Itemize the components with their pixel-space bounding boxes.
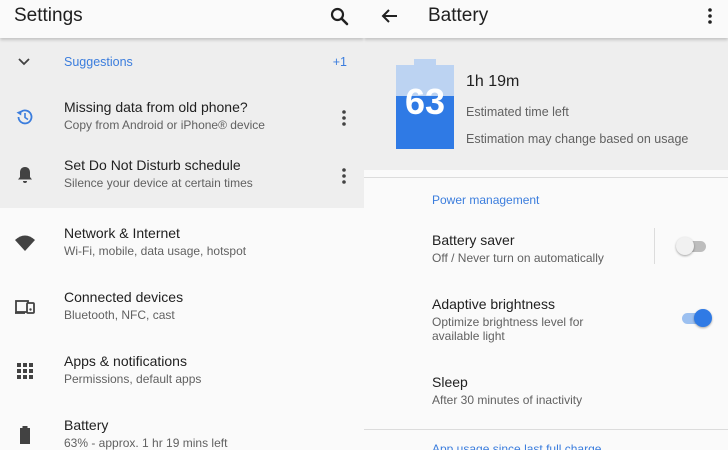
settings-item-subtitle: Permissions, default apps	[64, 372, 202, 386]
settings-item-title: Connected devices	[64, 289, 184, 305]
chevron-down-icon[interactable]	[16, 54, 32, 70]
suggestion-title: Missing data from old phone?	[64, 99, 248, 115]
suggestion-subtitle: Copy from Android or iPhone® device	[64, 118, 265, 132]
pref-subtitle: After 30 minutes of inactivity	[432, 393, 583, 407]
pref-adaptive-brightness[interactable]: Adaptive brightness Optimize brightness …	[364, 296, 728, 346]
page-title: Settings	[14, 5, 83, 26]
pref-battery-saver[interactable]: Battery saver Off / Never turn on automa…	[364, 232, 728, 272]
battery-pane: Battery 63 1h 19m Estimated time left Es…	[364, 0, 728, 450]
pref-subtitle: Optimize brightness level for available …	[432, 315, 584, 343]
settings-item-subtitle: 63% - approx. 1 hr 19 mins left	[64, 436, 228, 450]
suggestions-count[interactable]: +1	[333, 55, 347, 69]
battery-app-bar: Battery	[364, 0, 728, 38]
more-vert-icon[interactable]	[338, 108, 350, 128]
settings-item-subtitle: Bluetooth, NFC, cast	[64, 308, 175, 322]
battery-time-left: 1h 19m	[466, 73, 520, 90]
section-title: Power management	[432, 193, 540, 207]
pref-sleep[interactable]: Sleep After 30 minutes of inactivity	[364, 374, 728, 414]
pref-subtitle: Off / Never turn on automatically	[432, 251, 604, 265]
arrow-back-icon[interactable]	[380, 6, 400, 26]
settings-item-title: Battery	[64, 417, 109, 433]
battery-saver-toggle[interactable]	[676, 237, 710, 255]
suggestion-title: Set Do Not Disturb schedule	[64, 157, 241, 173]
toggle-thumb	[676, 237, 694, 255]
pref-title: Battery saver	[432, 232, 515, 248]
more-vert-icon[interactable]	[704, 6, 716, 26]
history-icon	[14, 106, 36, 128]
apps-grid-icon	[14, 360, 36, 382]
divider	[364, 429, 728, 430]
page-title: Battery	[428, 5, 489, 26]
pref-title: Sleep	[432, 374, 468, 390]
settings-item-network[interactable]: Network & Internet Wi-Fi, mobile, data u…	[0, 212, 364, 276]
battery-header: 63 1h 19m Estimated time left Estimation…	[364, 38, 728, 170]
battery-estimate-label: Estimated time left	[466, 105, 569, 119]
pref-title: Adaptive brightness	[432, 296, 555, 312]
settings-item-apps[interactable]: Apps & notifications Permissions, defaul…	[0, 340, 364, 404]
devices-icon	[14, 296, 36, 318]
suggestion-item[interactable]: Missing data from old phone? Copy from A…	[0, 86, 364, 150]
wifi-icon	[14, 232, 36, 254]
bell-icon	[14, 164, 36, 186]
settings-item-title: Apps & notifications	[64, 353, 187, 369]
battery-level-graphic: 63	[396, 59, 454, 149]
suggestions-header[interactable]: Suggestions +1	[0, 38, 364, 86]
battery-icon	[14, 424, 36, 446]
suggestion-item[interactable]: Set Do Not Disturb schedule Silence your…	[0, 144, 364, 208]
settings-item-subtitle: Wi-Fi, mobile, data usage, hotspot	[64, 244, 247, 258]
suggestions-label: Suggestions	[64, 55, 133, 69]
suggestion-subtitle: Silence your device at certain times	[64, 176, 253, 190]
battery-estimate-note: Estimation may change based on usage	[466, 132, 689, 146]
battery-percent: 63	[404, 81, 446, 122]
divider	[654, 228, 655, 264]
settings-pane: Settings Suggestions +1 Missing data fro…	[0, 0, 364, 450]
divider	[364, 177, 728, 178]
settings-item-connected-devices[interactable]: Connected devices Bluetooth, NFC, cast	[0, 276, 364, 340]
app-usage-link[interactable]: App usage since last full charge	[432, 442, 601, 450]
toggle-thumb	[694, 309, 712, 327]
settings-item-battery[interactable]: Battery 63% - approx. 1 hr 19 mins left	[0, 404, 364, 450]
suggestions-block: Suggestions +1 Missing data from old pho…	[0, 38, 364, 208]
more-vert-icon[interactable]	[338, 166, 350, 186]
settings-item-title: Network & Internet	[64, 225, 180, 241]
settings-app-bar: Settings	[0, 0, 364, 38]
adaptive-brightness-toggle[interactable]	[680, 309, 714, 327]
search-icon[interactable]	[328, 5, 352, 29]
